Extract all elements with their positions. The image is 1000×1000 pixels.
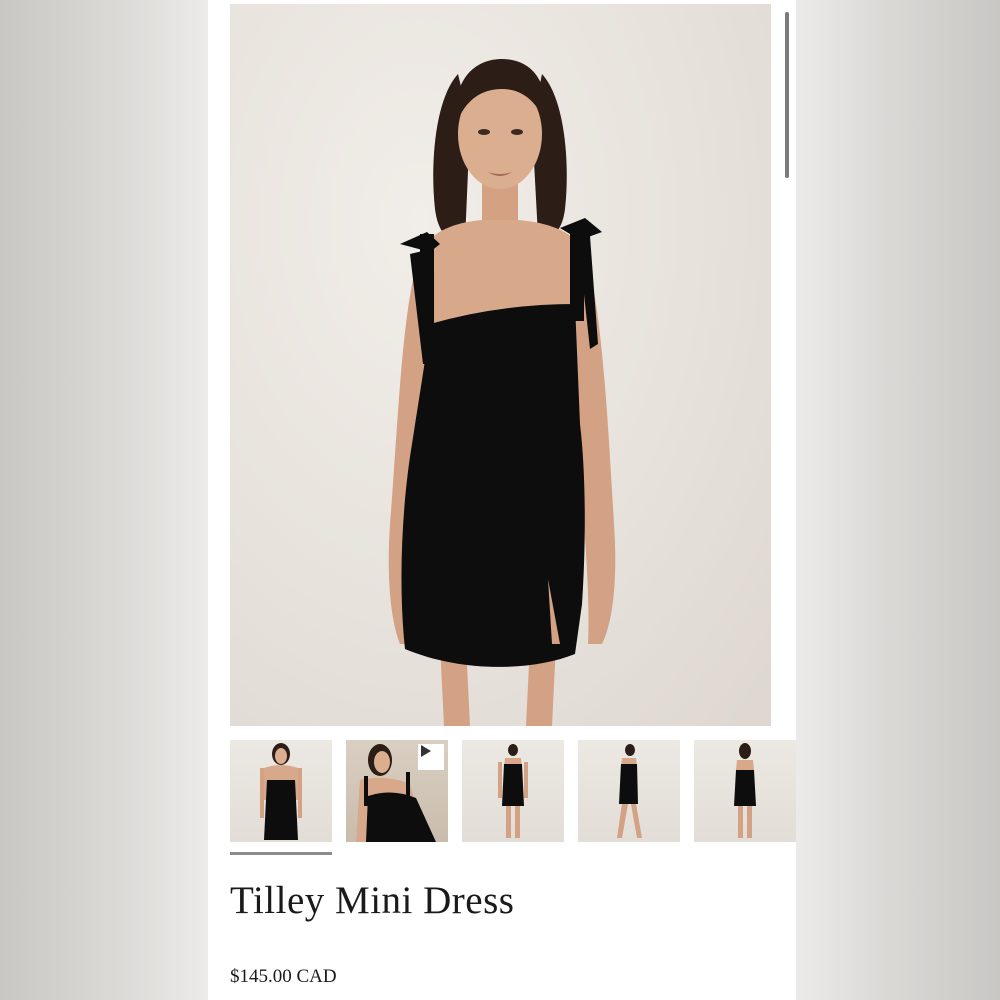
product-title: Tilley Mini Dress [230,879,515,922]
scrollbar[interactable] [785,12,789,178]
active-thumbnail-indicator [230,852,332,855]
thumbnail-full-back[interactable] [694,740,796,842]
product-main-image[interactable] [230,4,771,726]
thumbnail-seated-lifestyle[interactable] [346,740,448,842]
product-page: Tilley Mini Dress $145.00 CAD [208,0,796,1000]
product-price: $145.00 CAD [230,966,337,987]
thumbnail-full-front[interactable] [462,740,564,842]
play-icon[interactable] [418,744,444,770]
thumbnail-strip [230,740,796,842]
thumbnail-front-closeup[interactable] [230,740,332,842]
thumbnail-full-side-walking[interactable] [578,740,680,842]
model-illustration [388,59,616,726]
